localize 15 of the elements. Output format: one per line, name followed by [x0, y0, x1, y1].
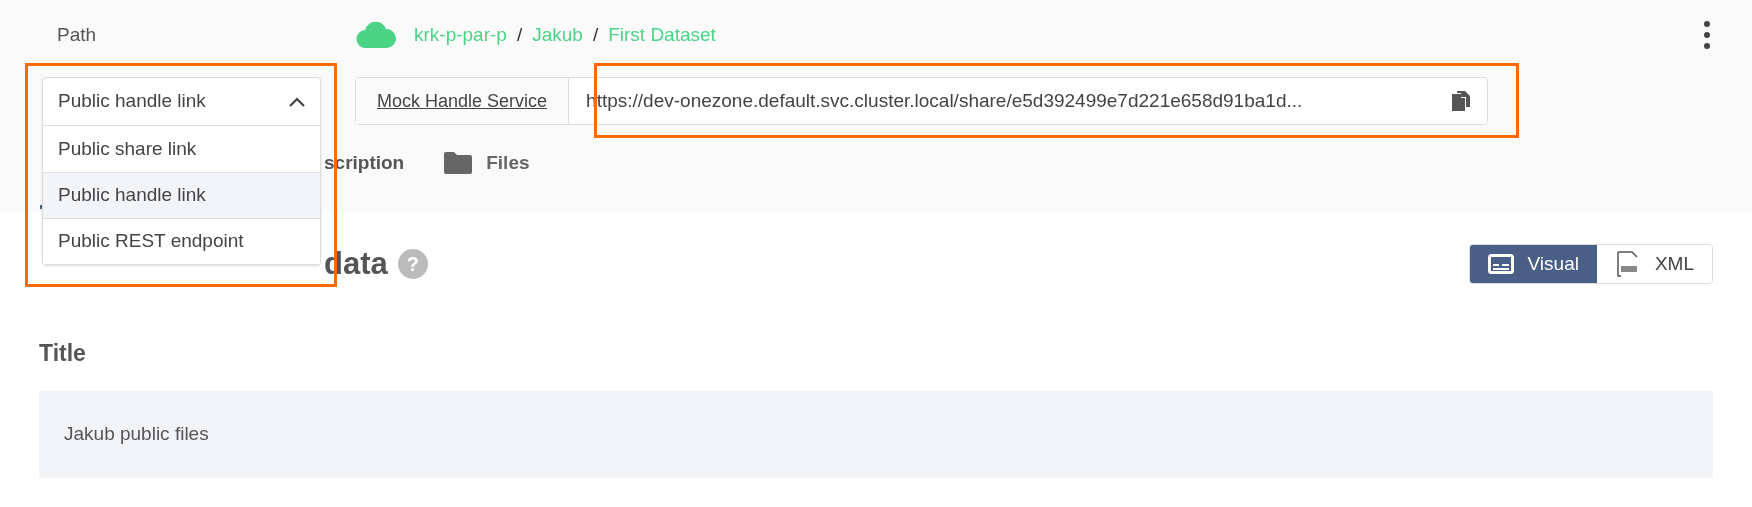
- tab[interactable]: Files: [444, 148, 530, 178]
- form-icon: [1487, 254, 1514, 274]
- dropdown-option[interactable]: Public handle link: [43, 172, 320, 218]
- view-mode-toggle[interactable]: Visual: [1469, 245, 1597, 283]
- cloud-icon: [356, 22, 396, 48]
- field-label: Title: [39, 339, 87, 368]
- field-value: Jakub public files: [39, 390, 1713, 478]
- dropdown-option[interactable]: Public REST endpoint: [43, 218, 320, 264]
- breadcrumb-separator: /: [592, 22, 599, 47]
- dropdown-option[interactable]: Public share link: [43, 126, 320, 172]
- chevron-icon: [289, 96, 305, 107]
- breadcrumb-separator: /: [516, 22, 523, 47]
- more-options-icon[interactable]: [1704, 21, 1710, 49]
- path-label: Path: [56, 22, 98, 47]
- folder-icon: [444, 152, 473, 174]
